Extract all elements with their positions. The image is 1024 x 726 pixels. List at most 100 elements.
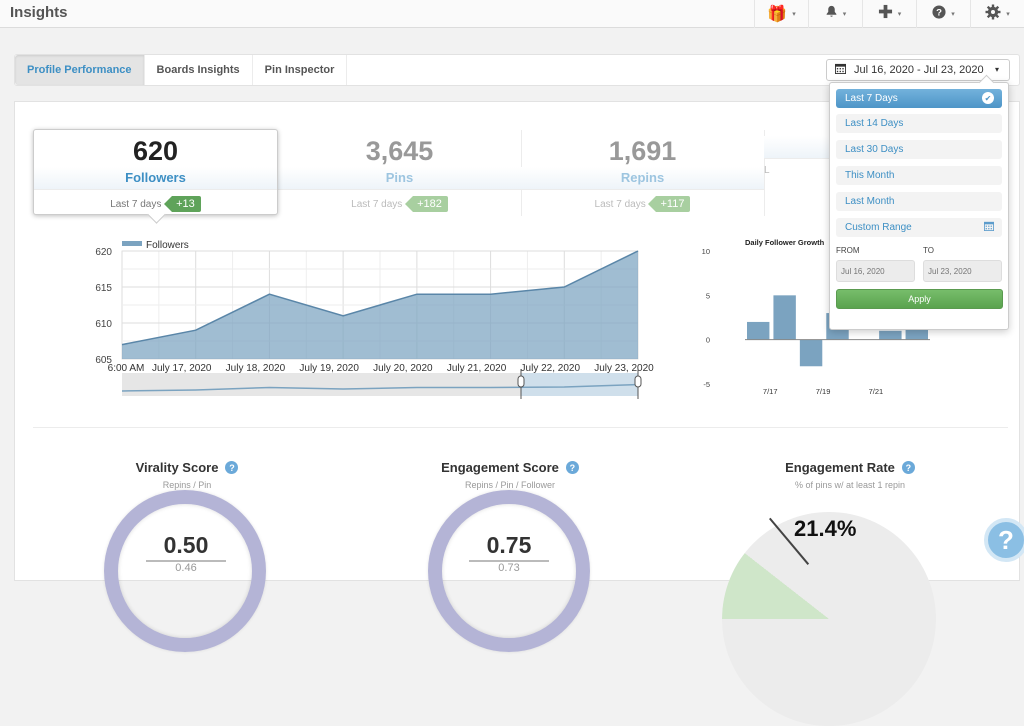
bar — [879, 330, 902, 340]
stat-change-badge: +13 — [164, 196, 201, 212]
x-tick-label: July 22, 2020 — [521, 363, 581, 374]
top-bar: Insights 🎁 ▾ ▾ ▾ ? ▾ ▾ — [0, 0, 1024, 28]
range-option-this-month[interactable]: This Month — [836, 166, 1002, 185]
legend-swatch — [122, 241, 142, 246]
stat-period-label: L — [764, 165, 770, 176]
y-tick-label: 5 — [706, 291, 710, 300]
chart-title: Daily Follower Growth — [745, 238, 825, 247]
caret-down-icon: ▾ — [1006, 11, 1010, 18]
settings-menu-button[interactable]: ▾ — [970, 0, 1024, 28]
section-divider — [33, 427, 1008, 428]
to-label: TO — [923, 246, 934, 255]
bar — [799, 339, 823, 367]
range-option-last-7-days[interactable]: Last 7 Days ✔ — [836, 89, 1002, 108]
metric-subtitle: % of pins w/ at least 1 repin — [794, 480, 906, 490]
stat-value: 1,691 — [608, 136, 677, 166]
y-tick-label: -5 — [703, 380, 710, 389]
y-tick-label: 620 — [95, 247, 112, 258]
virality-score-value: 0.50 — [146, 532, 226, 562]
stat-period-label: Last 7 days — [110, 199, 162, 210]
from-date-input[interactable] — [836, 260, 915, 282]
range-option-label: Last 7 Days — [845, 93, 898, 104]
tab-boards-insights[interactable]: Boards Insights — [145, 55, 253, 85]
question-icon[interactable]: ? — [901, 461, 915, 474]
stat-card-pins[interactable]: 3,645 Pins Last 7 days +182 — [278, 130, 522, 216]
x-tick-label: July 20, 2020 — [373, 363, 433, 374]
caret-down-icon: ▾ — [842, 11, 847, 18]
metric-title: Virality Score ? — [136, 460, 239, 475]
caret-down-icon: ▾ — [994, 65, 999, 74]
engagement-rate-value: 21.4% — [794, 516, 857, 541]
gift-icon: 🎁 — [767, 6, 788, 23]
tab-profile-performance[interactable]: Profile Performance — [15, 55, 145, 85]
notifications-menu-button[interactable]: ▾ — [808, 0, 862, 28]
followers-area-chart: 6056106156206:00 AM July 17, 2020 July 18,… — [95, 240, 654, 399]
date-range-label: Jul 16, 2020 - Jul 23, 2020 — [854, 64, 984, 76]
metric-title-text: Virality Score — [135, 460, 219, 475]
stat-period: Last 7 days +182 — [278, 189, 521, 212]
stat-card-followers[interactable]: 620 Followers Last 7 days +13 — [33, 129, 278, 215]
range-option-custom-range[interactable]: Custom Range — [836, 218, 1002, 237]
stat-change-badge: +117 — [648, 196, 691, 212]
x-tick-label: July 19, 2020 — [299, 363, 359, 374]
caret-down-icon: ▾ — [951, 11, 955, 18]
stat-period-label: Last 7 days — [351, 199, 403, 210]
x-tick-label: 7/19 — [816, 387, 831, 396]
y-tick-label: 10 — [702, 247, 710, 256]
metric-subtitle: Repins / Pin / Follower — [464, 480, 556, 490]
x-tick-label: July 17, 2020 — [152, 363, 212, 374]
from-label: FROM — [836, 246, 860, 255]
x-tick-label: 7/21 — [869, 387, 884, 396]
range-option-last-30-days[interactable]: Last 30 Days — [836, 140, 1002, 159]
legend-label: Followers — [146, 240, 189, 251]
gauge-fill — [722, 512, 936, 726]
app-title: Insights — [10, 4, 68, 21]
stat-value: 3,645 — [365, 136, 434, 166]
y-tick-label: 615 — [95, 283, 112, 294]
stat-period: Last 7 days +117 — [521, 189, 764, 212]
range-option-last-month[interactable]: Last Month — [836, 192, 1002, 211]
bar — [773, 295, 796, 340]
caret-down-icon: ▾ — [897, 11, 902, 18]
x-tick-label: 7/17 — [763, 387, 778, 396]
stat-period: Last 7 days +13 — [34, 189, 277, 212]
y-tick-label: 610 — [95, 319, 112, 330]
gear-icon — [985, 4, 1001, 25]
stat-card-repins[interactable]: 1,691 Repins Last 7 days +117 — [521, 130, 765, 216]
question-icon[interactable]: ? — [225, 461, 239, 474]
metric-virality-score: Virality Score ? Repins / Pin — [57, 459, 317, 490]
engagement-score-previous: 0.73 — [498, 562, 520, 574]
stat-value: 620 — [132, 136, 179, 166]
stat-label: Pins — [278, 167, 521, 189]
question-icon: ? — [998, 524, 1014, 555]
range-option-last-14-days[interactable]: Last 14 Days — [836, 114, 1002, 133]
caret-down-icon: ▾ — [792, 11, 796, 18]
tab-pin-inspector[interactable]: Pin Inspector — [253, 55, 348, 85]
bell-icon — [825, 5, 838, 23]
help-chat-button[interactable]: ? — [984, 518, 1024, 562]
date-range-dropdown: Last 7 Days ✔ Last 14 Days Last 30 Days … — [829, 82, 1009, 330]
engagement-rate-gauge — [722, 512, 936, 726]
engagement-score-value: 0.75 — [469, 532, 549, 562]
metric-engagement-rate: Engagement Rate ? % of pins w/ at least … — [720, 459, 980, 490]
gift-menu-button[interactable]: 🎁 ▾ — [754, 0, 808, 28]
metric-subtitle: Repins / Pin — [162, 480, 212, 490]
x-tick-label: July 23, 2020 — [594, 363, 654, 374]
bar — [747, 321, 770, 340]
virality-score-previous: 0.46 — [175, 562, 197, 574]
svg-text:?: ? — [936, 7, 942, 18]
metric-title-text: Engagement Score — [441, 460, 559, 475]
check-icon: ✔ — [982, 92, 994, 104]
x-tick-label: 6:00 AM — [108, 363, 145, 374]
help-menu-button[interactable]: ? ▾ — [916, 0, 970, 28]
x-tick-label: July 18, 2020 — [226, 363, 286, 374]
range-option-label: Custom Range — [845, 222, 912, 233]
add-menu-button[interactable]: ▾ — [862, 0, 916, 28]
to-date-input[interactable] — [923, 260, 1002, 282]
apply-button[interactable]: Apply — [836, 289, 1003, 309]
stat-period-label: Last 7 days — [594, 199, 646, 210]
x-tick-label: July 21, 2020 — [447, 363, 507, 374]
stat-label: Followers — [34, 167, 277, 189]
calendar-icon — [835, 63, 846, 77]
question-icon[interactable]: ? — [565, 461, 579, 474]
